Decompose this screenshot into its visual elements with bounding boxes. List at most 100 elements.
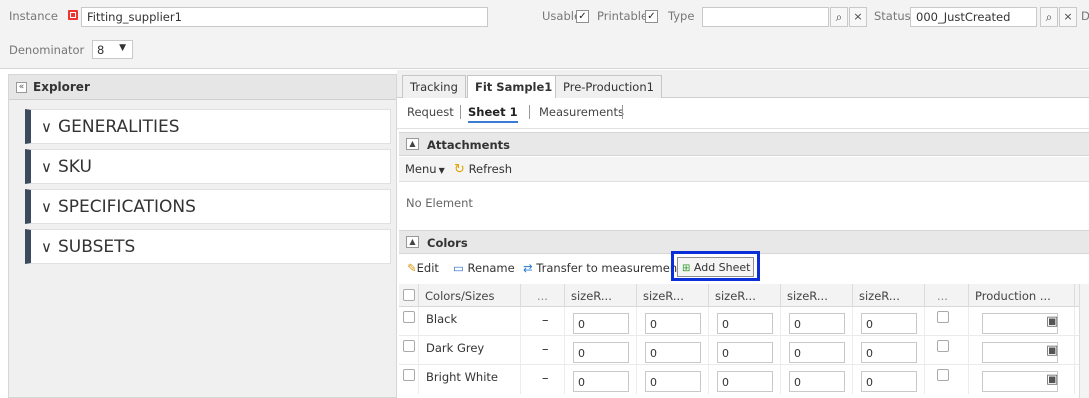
row-checkbox[interactable] <box>403 369 415 381</box>
add-sheet-button[interactable]: ⊞ Add Sheet <box>677 257 754 277</box>
edit-button[interactable]: ✎Edit <box>407 261 439 275</box>
row-select-cell <box>399 336 419 365</box>
column-header[interactable]: Production ... <box>969 284 1075 307</box>
production-cell: ▣ <box>969 365 1075 394</box>
type-search-icon[interactable]: ⌕ <box>830 7 848 27</box>
subtab-request[interactable]: Request <box>407 105 454 119</box>
subtab-measurements[interactable]: Measurements <box>539 105 624 119</box>
printable-label: Printable <box>597 9 649 23</box>
column-header[interactable]: ... <box>925 284 969 307</box>
size-input[interactable]: 0 <box>861 342 917 363</box>
production-cell: ▣ <box>969 307 1075 336</box>
transfer-label: Transfer to measurement <box>536 261 682 275</box>
size-input[interactable]: 0 <box>789 342 845 363</box>
size-input[interactable]: 0 <box>573 313 629 334</box>
attachments-list: No Element <box>399 183 1089 226</box>
size-cell: 0 <box>637 336 709 365</box>
menu-button[interactable]: Menu ▼ <box>405 162 445 176</box>
attachments-section-header[interactable]: ▲ Attachments <box>399 132 1089 156</box>
row-checkbox[interactable] <box>403 340 415 352</box>
size-input[interactable]: 0 <box>645 342 701 363</box>
tab-fit-sample[interactable]: Fit Sample1 <box>467 75 561 99</box>
accordion-subsets[interactable]: ∨ SUBSETS <box>25 229 391 264</box>
tab-pre-production[interactable]: Pre-Production1 <box>555 75 662 98</box>
size-input[interactable]: 0 <box>789 313 845 334</box>
refresh-button[interactable]: ↻ Refresh <box>454 162 512 177</box>
divider <box>622 105 623 119</box>
colors-title: Colors <box>427 236 468 250</box>
size-input[interactable]: 0 <box>861 313 917 334</box>
truncated-label: D <box>1081 9 1089 23</box>
color-name: Black <box>426 312 458 326</box>
size-cell: 0 <box>781 336 853 365</box>
size-input[interactable]: 0 <box>645 313 701 334</box>
transfer-button[interactable]: ⇄ Transfer to measurement <box>523 261 682 275</box>
tab-tracking[interactable]: Tracking <box>402 75 466 98</box>
accordion-label: SKU <box>57 157 92 177</box>
size-input[interactable]: 0 <box>573 371 629 392</box>
table-row[interactable]: Bright White – 0 0 0 0 0 ▣ <box>399 365 1089 398</box>
rename-label: Rename <box>467 261 515 275</box>
explorer-header: « Explorer <box>9 75 396 100</box>
column-header[interactable]: Colors/Sizes <box>419 284 521 307</box>
flag-checkbox[interactable] <box>937 340 949 352</box>
status-clear-icon[interactable]: × <box>1059 7 1077 27</box>
status-label: Status <box>874 9 911 23</box>
column-header[interactable]: ... <box>521 284 565 307</box>
accordion-sku[interactable]: ∨ SKU <box>25 149 391 184</box>
rename-button[interactable]: ▭ Rename <box>453 261 515 275</box>
column-header[interactable]: sizeR... <box>637 284 709 307</box>
instance-label: Instance <box>9 9 58 23</box>
size-input[interactable]: 0 <box>645 371 701 392</box>
type-field[interactable] <box>702 7 829 27</box>
empty-message: No Element <box>406 196 473 210</box>
accordion-label: SUBSETS <box>57 237 136 257</box>
size-cell: 0 <box>565 307 637 336</box>
column-header[interactable]: sizeR... <box>781 284 853 307</box>
size-input[interactable]: 0 <box>573 342 629 363</box>
size-cell: 0 <box>853 365 925 394</box>
column-header[interactable]: sizeR... <box>853 284 925 307</box>
accordion-generalities[interactable]: ∨ GENERALITIES <box>25 109 391 144</box>
flag-checkbox[interactable] <box>937 311 949 323</box>
color-name-cell: Bright White <box>419 365 521 394</box>
collapse-icon[interactable]: ▲ <box>406 236 419 248</box>
size-input[interactable]: 0 <box>861 371 917 392</box>
explorer-panel: « Explorer ∨ GENERALITIES ∨ SKU ∨ SPECIFICA… <box>8 74 397 398</box>
grid-scrollbar[interactable] <box>1079 284 1089 398</box>
row-checkbox[interactable] <box>403 311 415 323</box>
dash-cell: – <box>521 336 565 365</box>
subtab-sheet[interactable]: Sheet 1 <box>468 105 518 123</box>
calendar-icon[interactable]: ▣ <box>1046 372 1058 387</box>
edit-label: Edit <box>416 261 439 275</box>
size-input[interactable]: 0 <box>717 342 773 363</box>
dash: – <box>542 313 549 328</box>
type-clear-icon[interactable]: × <box>849 7 867 27</box>
select-all-checkbox[interactable] <box>403 289 415 301</box>
status-field[interactable]: 000_JustCreated <box>910 7 1037 27</box>
denominator-select[interactable]: 8 ▼ <box>92 40 133 59</box>
column-header[interactable]: sizeR... <box>709 284 781 307</box>
accordion-specifications[interactable]: ∨ SPECIFICATIONS <box>25 189 391 224</box>
dash-cell: – <box>521 307 565 336</box>
collapse-icon[interactable]: « <box>16 82 27 93</box>
usable-checkbox[interactable]: ✓ <box>576 10 589 23</box>
size-input[interactable]: 0 <box>717 371 773 392</box>
content-panel: Tracking Fit Sample1 Pre-Production1 Req… <box>397 70 1089 398</box>
printable-checkbox[interactable]: ✓ <box>645 10 658 23</box>
status-search-icon[interactable]: ⌕ <box>1040 7 1058 27</box>
column-header[interactable]: sizeR... <box>565 284 637 307</box>
denominator-value: 8 <box>97 43 105 57</box>
calendar-icon[interactable]: ▣ <box>1046 343 1058 358</box>
size-input[interactable]: 0 <box>717 313 773 334</box>
collapse-icon[interactable]: ▲ <box>406 138 419 150</box>
table-row[interactable]: Black – 0 0 0 0 0 ▣ <box>399 307 1089 336</box>
flag-checkbox[interactable] <box>937 369 949 381</box>
size-input[interactable]: 0 <box>789 371 845 392</box>
table-row[interactable]: Dark Grey – 0 0 0 0 0 ▣ <box>399 336 1089 365</box>
instance-field[interactable]: Fitting_supplier1 <box>81 7 488 27</box>
flag-cell <box>925 307 969 336</box>
size-cell: 0 <box>565 365 637 394</box>
calendar-icon[interactable]: ▣ <box>1046 314 1058 329</box>
chevron-down-icon: ∨ <box>41 198 52 216</box>
